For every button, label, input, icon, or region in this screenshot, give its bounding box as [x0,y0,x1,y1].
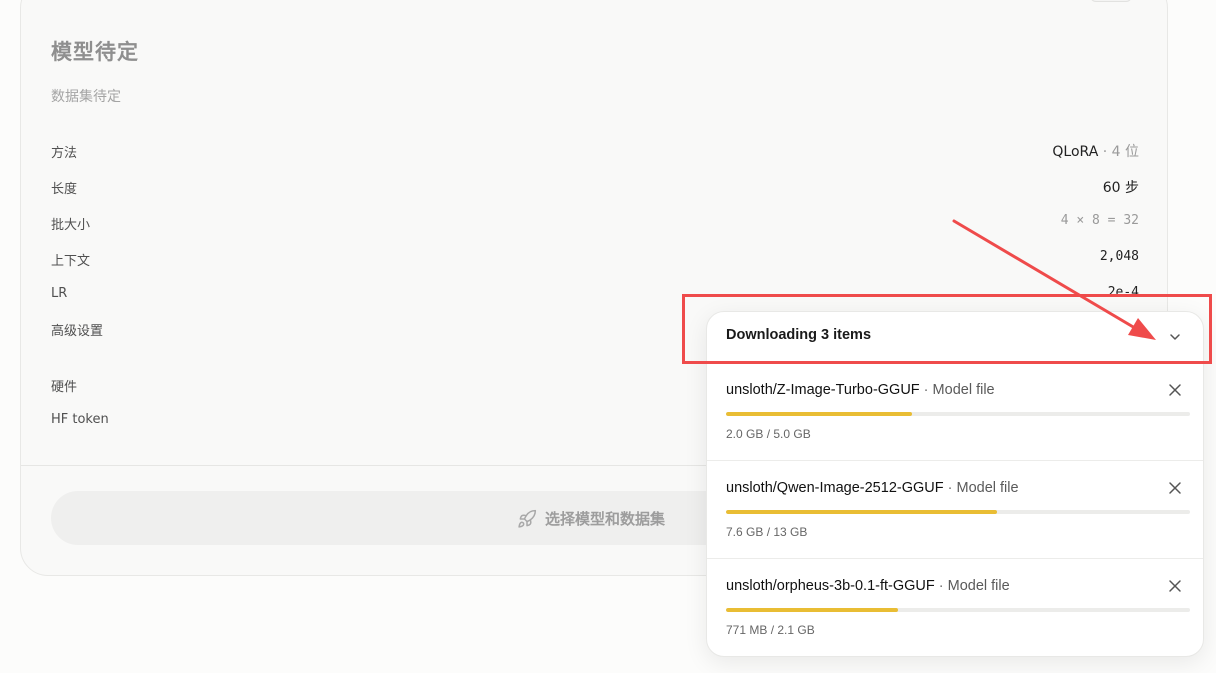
dataset-subtitle: 数据集待定 [51,89,121,105]
highlight-box [682,294,1212,364]
row-label-context: 上下文 [51,254,91,269]
top-toggle-pill[interactable] [1090,0,1132,2]
download-size: 7.6 GB / 13 GB [726,525,808,539]
row-value-method: QLoRA · 4 位 [1052,144,1139,160]
row-value-context: 2,048 [1099,249,1139,264]
close-icon[interactable] [1167,480,1183,496]
download-item: unsloth/Z-Image-Turbo-GGUF · Model file … [707,362,1203,461]
select-model-dataset-label: 选择模型和数据集 [545,510,666,528]
download-item-name: unsloth/orpheus-3b-0.1-ft-GGUF · Model f… [726,578,1010,594]
download-progress-bar [726,510,1190,514]
download-item-name: unsloth/Qwen-Image-2512-GGUF · Model fil… [726,480,1019,496]
row-value-length: 60 步 [1102,180,1139,196]
row-label-batch-size: 批大小 [51,218,91,233]
rocket-icon [518,509,537,528]
download-item: unsloth/orpheus-3b-0.1-ft-GGUF · Model f… [707,558,1203,656]
row-label-length: 长度 [51,182,78,197]
download-progress-bar [726,412,1190,416]
download-item: unsloth/Qwen-Image-2512-GGUF · Model fil… [707,460,1203,559]
row-value-batch-size: 4 × 8 = 32 [1060,213,1139,228]
close-icon[interactable] [1167,578,1183,594]
model-title: 模型待定 [51,40,139,64]
download-size: 771 MB / 2.1 GB [726,623,815,637]
close-icon[interactable] [1167,382,1183,398]
row-label-advanced-settings[interactable]: 高级设置 [51,320,103,339]
row-label-hardware: 硬件 [51,380,78,395]
download-item-name: unsloth/Z-Image-Turbo-GGUF · Model file [726,382,995,398]
row-label-hf-token: HF token [51,412,109,427]
row-label-lr: LR [51,286,68,301]
download-size: 2.0 GB / 5.0 GB [726,427,811,441]
row-label-method: 方法 [51,146,78,161]
download-progress-bar [726,608,1190,612]
